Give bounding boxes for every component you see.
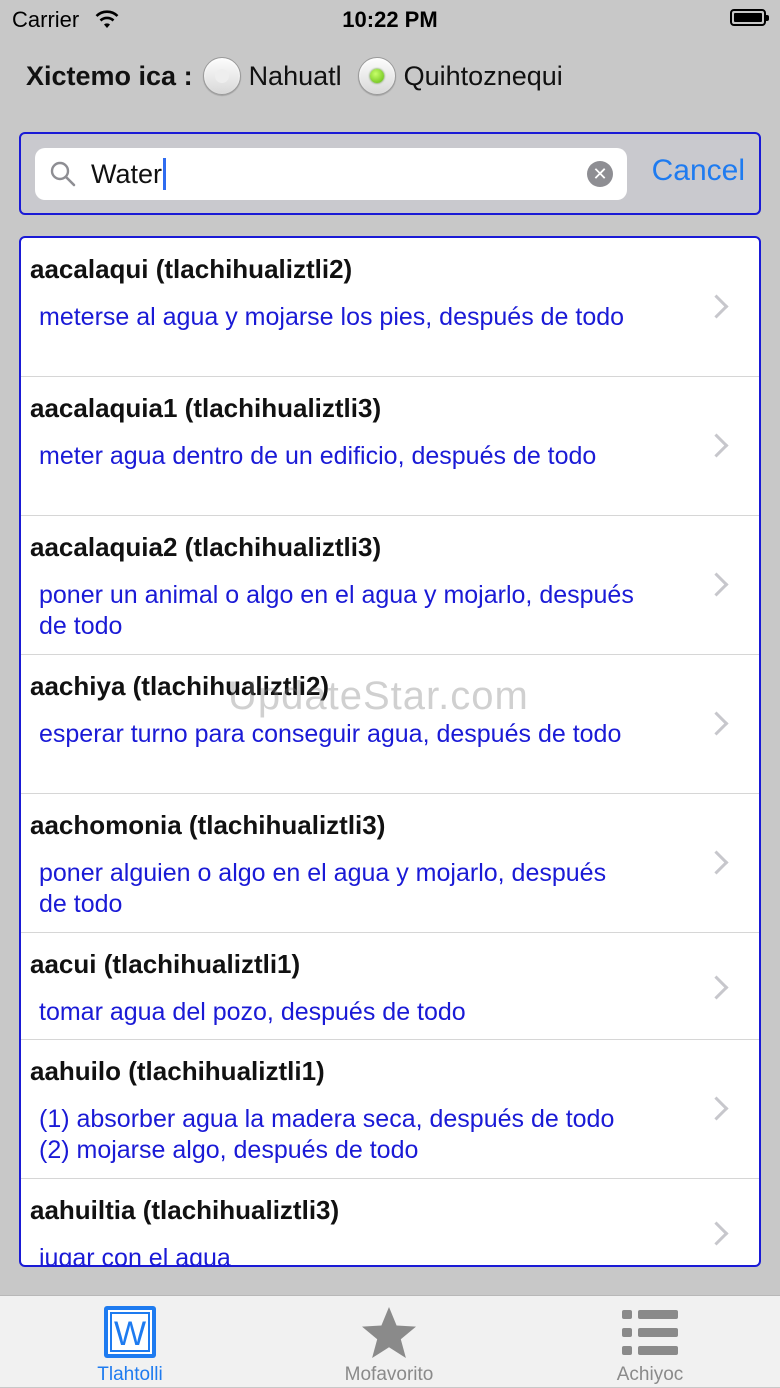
- language-label: Xictemo ica :: [26, 60, 193, 91]
- list-item[interactable]: aahuiltia (tlachihualiztli3) jugar con e…: [21, 1179, 759, 1267]
- term-definition: meterse al agua y mojarse los pies, desp…: [39, 303, 625, 331]
- term-title: aahuiltia (tlachihualiztli3): [30, 1195, 340, 1225]
- chevron-right-icon: [704, 711, 729, 736]
- term-definition: tomar agua del pozo, después de todo: [39, 998, 466, 1026]
- list-item[interactable]: aacalaquia1 (tlachihualiztli3) meter agu…: [21, 377, 759, 516]
- chevron-right-icon: [704, 294, 729, 319]
- clock: 10:22 PM: [342, 7, 438, 32]
- tab-label: Tlahtolli: [97, 1364, 163, 1385]
- term-title: aachomonia (tlachihualiztli3): [30, 810, 386, 840]
- term-title: aacalaquia2 (tlachihualiztli3): [30, 532, 382, 562]
- list-item[interactable]: aachomonia (tlachihualiztli3) poner algu…: [21, 794, 759, 933]
- tab-achiyoc[interactable]: Achiyoc: [570, 1296, 730, 1388]
- term-title: aacalaqui (tlachihualiztli2): [30, 254, 353, 284]
- chevron-right-icon: [704, 572, 729, 597]
- tab-tlahtolli[interactable]: W Tlahtolli: [50, 1296, 210, 1388]
- chevron-right-icon: [704, 975, 729, 1000]
- search-input[interactable]: Water ✕: [35, 148, 627, 200]
- radio-off-icon: [214, 69, 229, 83]
- term-title: aacalaquia1 (tlachihualiztli3): [30, 393, 382, 423]
- battery-icon: [730, 9, 769, 26]
- svg-text:W: W: [114, 1315, 146, 1353]
- cancel-button[interactable]: Cancel: [652, 154, 745, 188]
- clear-search-button[interactable]: ✕: [587, 161, 613, 187]
- term-title: aacui (tlachihualiztli1): [30, 949, 301, 979]
- status-bar: Carrier 10:22 PM: [0, 0, 780, 40]
- option-nahuatl-label[interactable]: Nahuatl: [249, 61, 342, 92]
- term-definition: poner alguien o algo en el agua y mojarl…: [39, 859, 607, 918]
- list-item[interactable]: aachiya (tlachihualiztli2) esperar turno…: [21, 655, 759, 794]
- chevron-right-icon: [704, 1096, 729, 1121]
- tab-label: Achiyoc: [616, 1364, 684, 1385]
- term-title: aachiya (tlachihualiztli2): [30, 671, 330, 701]
- tab-bar: W Tlahtolli Mofavorito Achiyoc: [0, 1295, 780, 1387]
- term-definition: jugar con el agua: [39, 1244, 231, 1267]
- radio-nahuatl[interactable]: [202, 57, 241, 95]
- list-icon: [622, 1310, 678, 1355]
- radio-quihtoznequi[interactable]: [357, 57, 396, 95]
- word-document-icon: W: [104, 1306, 156, 1358]
- text-cursor: [163, 158, 167, 190]
- search-value: Water: [91, 158, 167, 190]
- language-selector: Xictemo ica : Nahuatl Quihtoznequi: [26, 54, 579, 98]
- search-bar: Water ✕ Cancel: [19, 132, 761, 215]
- radio-on-icon: [369, 69, 384, 83]
- term-definition: (1) absorber agua la madera seca, despué…: [39, 1105, 615, 1164]
- chevron-right-icon: [704, 850, 729, 875]
- tab-mofavorito[interactable]: Mofavorito: [309, 1296, 469, 1388]
- tab-label: Mofavorito: [344, 1364, 434, 1385]
- list-item[interactable]: aacalaqui (tlachihualiztli2) meterse al …: [21, 238, 759, 377]
- list-item[interactable]: aahuilo (tlachihualiztli1) (1) absorber …: [21, 1040, 759, 1179]
- results-list[interactable]: aacalaqui (tlachihualiztli2) meterse al …: [19, 236, 761, 1267]
- term-definition: esperar turno para conseguir agua, despu…: [39, 720, 622, 748]
- list-item[interactable]: aacui (tlachihualiztli1) tomar agua del …: [21, 933, 759, 1040]
- term-title: aahuilo (tlachihualiztli1): [30, 1056, 325, 1086]
- chevron-right-icon: [704, 1221, 729, 1246]
- term-definition: poner un animal o algo en el agua y moja…: [39, 581, 634, 640]
- chevron-right-icon: [704, 433, 729, 458]
- search-query: Water: [91, 158, 163, 189]
- option-quihtoznequi-label[interactable]: Quihtoznequi: [404, 61, 563, 92]
- term-definition: meter agua dentro de un edificio, despué…: [39, 442, 597, 470]
- star-icon: [362, 1307, 416, 1358]
- list-item[interactable]: aacalaquia2 (tlachihualiztli3) poner un …: [21, 516, 759, 655]
- search-icon: [50, 161, 76, 187]
